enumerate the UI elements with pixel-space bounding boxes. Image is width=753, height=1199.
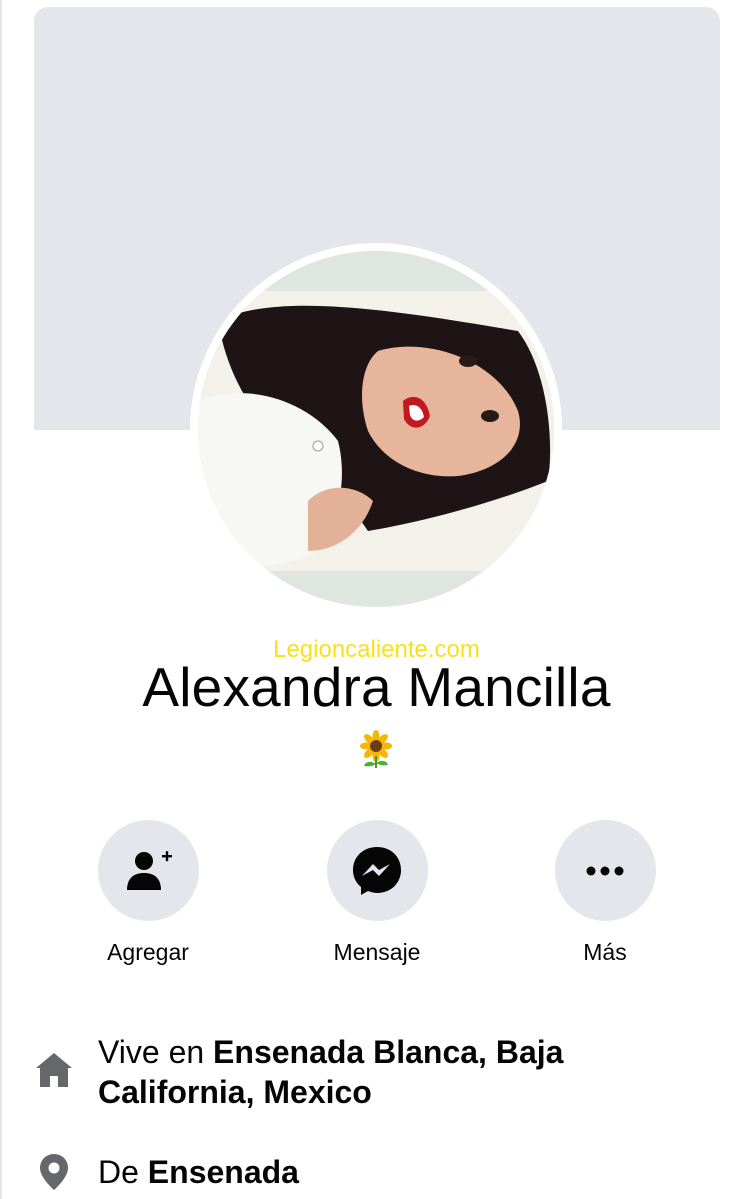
add-friend-label: Agregar (107, 939, 189, 965)
message-button[interactable]: Mensaje (277, 820, 477, 966)
message-circle[interactable] (326, 820, 428, 921)
from-text: De Ensenada (98, 1152, 658, 1192)
from-prefix: De (98, 1154, 148, 1190)
add-friend-circle[interactable] (97, 820, 199, 921)
location-pin-icon (34, 1152, 74, 1192)
lives-in-prefix: Vive en (98, 1034, 214, 1070)
home-icon (34, 1050, 74, 1090)
lives-in-text: Vive en Ensenada Blanca, Baja California… (98, 1032, 658, 1112)
profile-photo[interactable] (198, 251, 554, 607)
add-friend-button[interactable]: Agregar (48, 820, 248, 966)
left-border (0, 0, 2, 1199)
more-button[interactable]: Más (505, 820, 705, 966)
messenger-icon (353, 846, 401, 895)
add-friend-icon (127, 850, 172, 890)
more-icon (586, 866, 624, 875)
message-label: Mensaje (333, 939, 421, 965)
profile-photo-image (198, 251, 554, 607)
from-place[interactable]: Ensenada (148, 1154, 299, 1190)
more-label: Más (583, 939, 627, 965)
more-circle[interactable] (554, 820, 656, 921)
sunflower-icon (356, 730, 396, 770)
profile-name: Alexandra Mancilla (142, 656, 611, 718)
